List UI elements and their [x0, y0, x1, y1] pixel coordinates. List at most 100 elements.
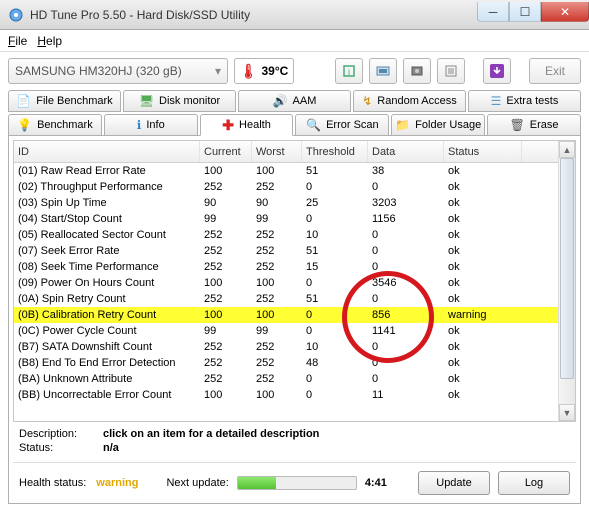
- cell-worst: 252: [252, 341, 302, 353]
- table-row[interactable]: (BA) Unknown Attribute25225200ok: [14, 371, 558, 387]
- cell-worst: 252: [252, 373, 302, 385]
- cell-worst: 100: [252, 389, 302, 401]
- description-area: Description:click on an item for a detai…: [13, 422, 576, 458]
- cell-threshold: 0: [302, 373, 368, 385]
- col-id[interactable]: ID: [14, 141, 200, 162]
- cell-data: 0: [368, 229, 444, 241]
- drive-select[interactable]: SAMSUNG HM320HJ (320 gB) ▾: [8, 58, 228, 84]
- close-button[interactable]: ✕: [541, 2, 589, 22]
- cell-id: (B8) End To End Error Detection: [14, 357, 200, 369]
- scroll-up-arrow[interactable]: ▲: [559, 141, 575, 158]
- exit-button[interactable]: Exit: [529, 58, 581, 84]
- cell-threshold: 0: [302, 389, 368, 401]
- cell-id: (05) Reallocated Sector Count: [14, 229, 200, 241]
- cell-current: 252: [200, 341, 252, 353]
- desc-label: Description:: [19, 428, 103, 440]
- table-row[interactable]: (0C) Power Cycle Count999901141ok: [14, 323, 558, 339]
- tab-file-benchmark[interactable]: 📄File Benchmark: [8, 90, 121, 112]
- table-row[interactable]: (B7) SATA Downshift Count252252100ok: [14, 339, 558, 355]
- cell-current: 252: [200, 373, 252, 385]
- cell-worst: 252: [252, 245, 302, 257]
- tab-info[interactable]: ℹInfo: [104, 114, 198, 136]
- col-threshold[interactable]: Threshold: [302, 141, 368, 162]
- cell-current: 252: [200, 293, 252, 305]
- table-row[interactable]: (0B) Calibration Retry Count1001000856wa…: [14, 307, 558, 323]
- cell-current: 99: [200, 325, 252, 337]
- table-row[interactable]: (B8) End To End Error Detection252252480…: [14, 355, 558, 371]
- copy-screenshot-button[interactable]: [369, 58, 397, 84]
- cell-current: 100: [200, 389, 252, 401]
- trash-icon: 🗑: [510, 118, 525, 132]
- cell-threshold: 51: [302, 245, 368, 257]
- file-icon: 📄: [16, 94, 31, 108]
- scroll-down-arrow[interactable]: ▼: [559, 404, 575, 421]
- table-row[interactable]: (09) Power On Hours Count10010003546ok: [14, 275, 558, 291]
- cell-worst: 99: [252, 213, 302, 225]
- list-icon: ☰: [491, 94, 502, 108]
- maximize-button[interactable]: ☐: [509, 2, 541, 22]
- tab-container: 📄File Benchmark 🖥Disk monitor 🔊AAM ↯Rand…: [0, 90, 589, 136]
- tab-extra-tests[interactable]: ☰Extra tests: [468, 90, 581, 112]
- cell-worst: 100: [252, 277, 302, 289]
- tab-folder-usage[interactable]: 📁Folder Usage: [391, 114, 485, 136]
- cell-worst: 100: [252, 309, 302, 321]
- table-row[interactable]: (08) Seek Time Performance252252150ok: [14, 259, 558, 275]
- cell-threshold: 0: [302, 277, 368, 289]
- col-status[interactable]: Status: [444, 141, 522, 162]
- cell-status: ok: [444, 181, 522, 193]
- tab-aam[interactable]: 🔊AAM: [238, 90, 351, 112]
- table-row[interactable]: (05) Reallocated Sector Count252252100ok: [14, 227, 558, 243]
- table-row[interactable]: (03) Spin Up Time9090253203ok: [14, 195, 558, 211]
- cell-id: (0A) Spin Retry Count: [14, 293, 200, 305]
- random-icon: ↯: [362, 94, 372, 108]
- save-button[interactable]: [403, 58, 431, 84]
- status-value: n/a: [103, 442, 119, 454]
- table-row[interactable]: (02) Throughput Performance25225200ok: [14, 179, 558, 195]
- chevron-down-icon: ▾: [215, 64, 221, 78]
- menu-help[interactable]: Help: [37, 34, 62, 48]
- health-status-value: warning: [96, 477, 138, 489]
- table-header: ID Current Worst Threshold Data Status: [14, 141, 558, 163]
- cell-current: 90: [200, 197, 252, 209]
- log-button[interactable]: Log: [498, 471, 570, 495]
- monitor-icon: 🖥: [139, 94, 154, 108]
- col-data[interactable]: Data: [368, 141, 444, 162]
- cell-threshold: 51: [302, 165, 368, 177]
- col-worst[interactable]: Worst: [252, 141, 302, 162]
- cell-threshold: 0: [302, 181, 368, 193]
- cell-status: ok: [444, 213, 522, 225]
- table-row[interactable]: (07) Seek Error Rate252252510ok: [14, 243, 558, 259]
- table-row[interactable]: (01) Raw Read Error Rate1001005138ok: [14, 163, 558, 179]
- save-results-button[interactable]: [483, 58, 511, 84]
- tab-erase[interactable]: 🗑Erase: [487, 114, 581, 136]
- tab-disk-monitor[interactable]: 🖥Disk monitor: [123, 90, 236, 112]
- update-button[interactable]: Update: [418, 471, 490, 495]
- cell-threshold: 0: [302, 325, 368, 337]
- col-current[interactable]: Current: [200, 141, 252, 162]
- menu-file[interactable]: File: [8, 34, 27, 48]
- speaker-icon: 🔊: [273, 94, 288, 108]
- cell-data: 0: [368, 245, 444, 257]
- cell-id: (02) Throughput Performance: [14, 181, 200, 193]
- cell-data: 0: [368, 181, 444, 193]
- scroll-thumb[interactable]: [560, 158, 574, 379]
- table-row[interactable]: (BB) Uncorrectable Error Count100100011o…: [14, 387, 558, 403]
- table-row[interactable]: (0A) Spin Retry Count252252510ok: [14, 291, 558, 307]
- options-button[interactable]: [437, 58, 465, 84]
- cell-current: 252: [200, 181, 252, 193]
- bulb-icon: 💡: [17, 118, 32, 132]
- minimize-button[interactable]: ─: [477, 2, 509, 22]
- tab-health[interactable]: ✚Health: [200, 114, 294, 136]
- cell-threshold: 25: [302, 197, 368, 209]
- cell-data: 0: [368, 261, 444, 273]
- cell-worst: 100: [252, 165, 302, 177]
- tab-benchmark[interactable]: 💡Benchmark: [8, 114, 102, 136]
- vertical-scrollbar[interactable]: ▲ ▼: [558, 141, 575, 421]
- cell-id: (07) Seek Error Rate: [14, 245, 200, 257]
- cell-status: ok: [444, 277, 522, 289]
- status-label: Status:: [19, 442, 103, 454]
- table-row[interactable]: (04) Start/Stop Count999901156ok: [14, 211, 558, 227]
- copy-info-button[interactable]: i: [335, 58, 363, 84]
- tab-random-access[interactable]: ↯Random Access: [353, 90, 466, 112]
- tab-error-scan[interactable]: 🔍Error Scan: [295, 114, 389, 136]
